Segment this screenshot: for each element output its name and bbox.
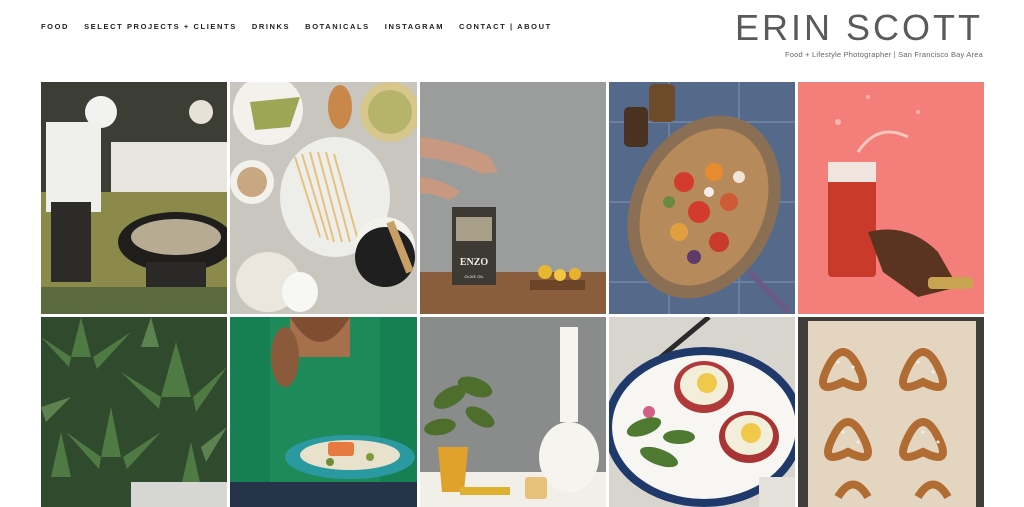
photo-plant-vase-image [420, 317, 606, 507]
site-title[interactable]: ERIN SCOTT [735, 8, 983, 48]
gallery-photo-outdoor-cooking[interactable] [41, 82, 227, 314]
photo-gallery: ENZO OLIVE OIL [41, 82, 984, 507]
photo-leaves-image [41, 317, 227, 507]
site-tagline: Food + Lifestyle Photographer | San Fran… [784, 50, 983, 59]
photo-red-drink-image [798, 82, 984, 314]
main-nav: FOOD SELECT PROJECTS + CLIENTS DRINKS BO… [41, 22, 567, 31]
gallery-photo-pasta-flatlay[interactable] [230, 82, 417, 314]
photo-green-shirt-plate-image [230, 317, 417, 507]
photo-eggs-plate-image [609, 317, 795, 507]
nav-contact-about[interactable]: CONTACT | ABOUT [459, 22, 552, 31]
gallery-photo-green-shirt-plate[interactable] [230, 317, 417, 507]
photo-olive-oil-image: ENZO OLIVE OIL [420, 82, 606, 314]
gallery-photo-veg-platter[interactable] [609, 82, 795, 314]
gallery-photo-eggs-plate[interactable] [609, 317, 795, 507]
gallery-photo-olive-oil[interactable]: ENZO OLIVE OIL [420, 82, 606, 314]
site-brand[interactable]: ERIN SCOTT Food + Lifestyle Photographer… [735, 8, 983, 60]
photo-pasta-flatlay-image [230, 82, 417, 314]
photo-outdoor-cooking-image [41, 82, 227, 314]
nav-food[interactable]: FOOD [41, 22, 69, 31]
gallery-photo-pretzels[interactable] [798, 317, 984, 507]
tin-brand-label: ENZO [460, 257, 489, 268]
photo-pretzels-image [798, 317, 984, 507]
gallery-photo-plant-vase[interactable] [420, 317, 606, 507]
tin-sublabel: OLIVE OIL [464, 274, 484, 279]
gallery-photo-leaves[interactable] [41, 317, 227, 507]
photo-veg-platter-image [609, 82, 795, 314]
nav-select-projects-clients[interactable]: SELECT PROJECTS + CLIENTS [84, 22, 237, 31]
gallery-photo-red-drink[interactable] [798, 82, 984, 314]
nav-drinks[interactable]: DRINKS [252, 22, 290, 31]
nav-botanicals[interactable]: BOTANICALS [305, 22, 370, 31]
nav-instagram[interactable]: INSTAGRAM [385, 22, 444, 31]
